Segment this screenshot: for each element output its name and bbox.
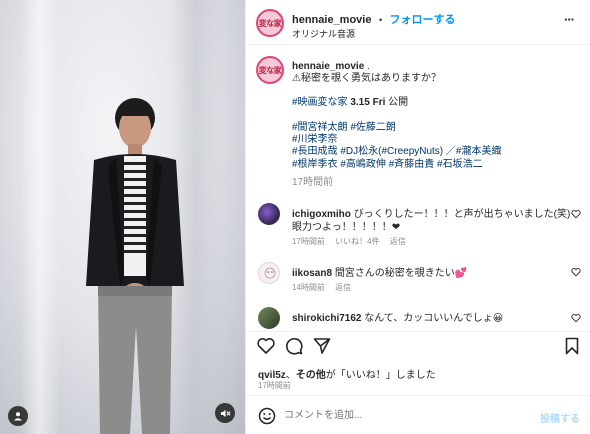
comment-text-continued: 眼力つよっ！！！！！❤ (292, 222, 401, 233)
liked-by-others[interactable]: その他 (296, 370, 326, 381)
comment-username[interactable]: iikosan8 (292, 268, 332, 279)
heart-icon[interactable] (571, 209, 581, 219)
likes-summary[interactable]: qvil5z、その他が「いいね！」しました (258, 366, 436, 381)
heart-icon[interactable] (571, 267, 581, 277)
release-text: 公開 (388, 97, 409, 108)
caption-suffix: . (367, 61, 370, 72)
more-icon[interactable]: ··· (564, 12, 575, 27)
hashtag-line-5[interactable]: #長田成哉 #DJ松永(#CreepyNuts) ／#瀧本美織 (292, 146, 501, 158)
avatar[interactable] (258, 307, 280, 329)
comment-username[interactable]: shirokichi7162 (292, 313, 361, 324)
post-time[interactable]: 17時間前 (258, 380, 291, 391)
post-detail-panel: 変な家 hennaie_movie • フォローする オリジナル音源 ··· 変… (245, 0, 590, 434)
post-header: 変な家 hennaie_movie • フォローする オリジナル音源 ··· (246, 0, 590, 45)
caption-avatar[interactable]: 変な家 (256, 56, 284, 84)
comment-time[interactable]: 14時間前 (292, 283, 325, 292)
share-icon[interactable] (312, 336, 332, 356)
release-date: 3.15 Fri (350, 97, 386, 108)
heart-icon[interactable] (571, 313, 581, 323)
person-figure (86, 98, 184, 434)
emoji-icon[interactable] (257, 406, 277, 426)
reply-button[interactable]: 返信 (335, 283, 351, 292)
hashtag-link[interactable]: #映画変な家 (292, 97, 348, 108)
separator-dot: • (378, 15, 383, 25)
avatar[interactable] (258, 203, 280, 225)
divider (246, 395, 590, 396)
post-comment-button[interactable]: 投稿する (540, 410, 580, 425)
caption-username[interactable]: hennaie_movie (292, 61, 364, 72)
caption-time[interactable]: 17時間前 (292, 177, 333, 189)
user-tag-icon[interactable] (8, 406, 28, 426)
hashtag-line-4[interactable]: #川栄李奈 (292, 134, 338, 146)
avatar[interactable]: 変な家 (256, 9, 284, 37)
reply-button[interactable]: 返信 (390, 237, 406, 246)
header-username[interactable]: hennaie_movie (292, 14, 371, 26)
hashtag-line-3[interactable]: #間宮祥太朗 #佐藤二朗 (292, 122, 396, 134)
comment-likes[interactable]: いいね！4件 (335, 237, 379, 246)
follow-button[interactable]: フォローする (390, 14, 456, 26)
heart-icon[interactable] (256, 336, 276, 356)
mute-icon[interactable] (215, 403, 235, 423)
hashtag-line-6[interactable]: #根岸季衣 #高嶋政伸 #斉藤由貴 #石坂浩二 (292, 159, 483, 171)
comment-text: なんて、カッコいいんでしょ😀 (364, 313, 504, 324)
comment-time[interactable]: 17時間前 (292, 237, 325, 246)
comment-icon[interactable] (284, 336, 304, 356)
comment-input[interactable] (284, 405, 524, 425)
video-player[interactable] (0, 0, 245, 434)
caption-line-1: ⚠秘密を覗く勇気はありますか？ (292, 73, 441, 84)
bookmark-icon[interactable] (562, 336, 582, 356)
curtain-highlight (20, 0, 60, 434)
comment-text: 間宮さんの秘密を覗きたい💕 (334, 268, 468, 279)
avatar[interactable] (258, 262, 280, 284)
audio-label[interactable]: オリジナル音源 (292, 27, 355, 40)
